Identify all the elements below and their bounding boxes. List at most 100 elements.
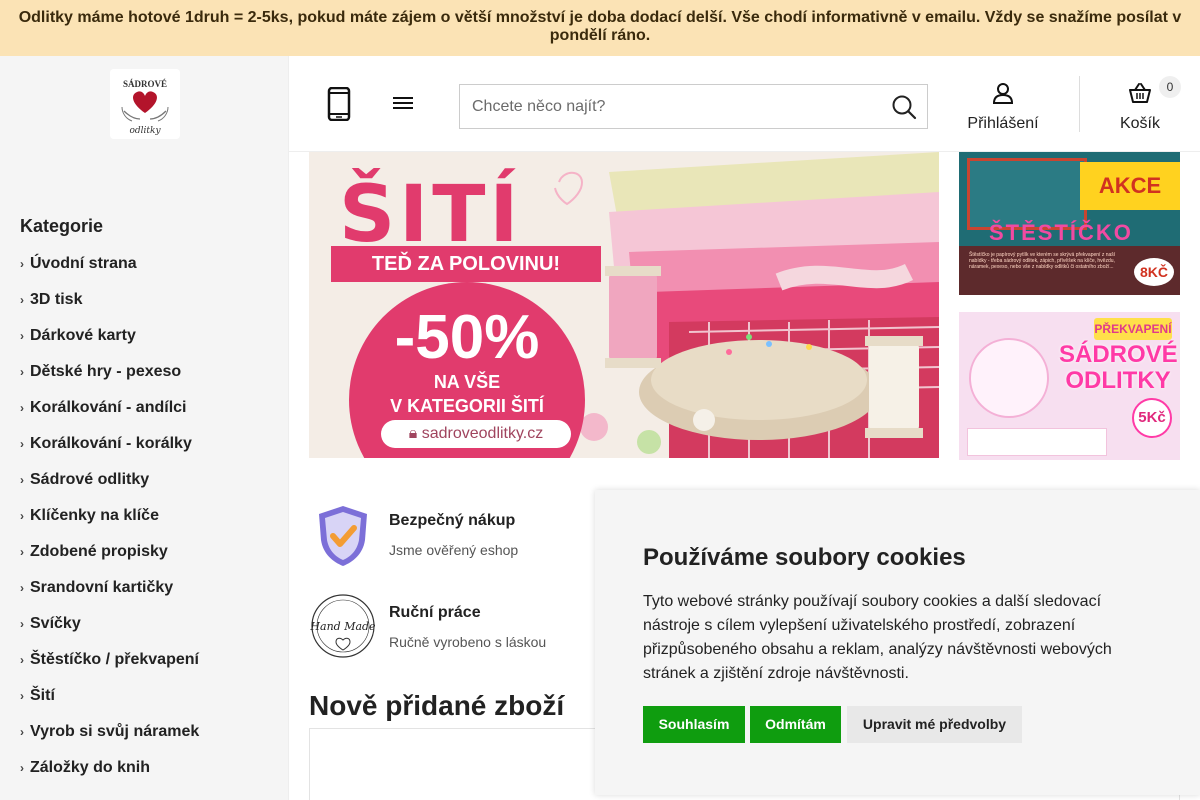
chevron-right-icon: › (20, 365, 24, 379)
category-list: › Úvodní strana › 3D tisk › Dárkové karty ›… (20, 246, 199, 786)
odlitky-title-line2: ODLITKY (1065, 367, 1171, 394)
sidebar-item-darkove-karty[interactable]: › Dárkové karty (20, 318, 199, 354)
cookie-reject-button[interactable]: Odmítám (750, 706, 841, 743)
chevron-right-icon: › (20, 581, 24, 595)
cookie-banner: Používáme soubory cookies Tyto webové st… (595, 490, 1200, 795)
cart-label: Košík (1119, 115, 1160, 132)
sidebar-item-label: Srandovní kartičky (30, 579, 174, 596)
sidebar-item-label: Štěstíčko / překvapení (30, 651, 199, 668)
cookie-title: Používáme soubory cookies (643, 544, 966, 571)
odlitky-title: SÁDROVÉ ODLITKY (1059, 341, 1178, 394)
sidebar-item-label: Úvodní strana (30, 255, 137, 272)
sidebar-item-label: Zdobené propisky (30, 543, 168, 560)
chevron-right-icon: › (20, 689, 24, 703)
new-products-heading: Nově přidané zboží (309, 690, 565, 721)
sidebar-item-label: Korálkování - korálky (30, 435, 192, 452)
feature-secure: Bezpečný nákup Jsme ověřený eshop (309, 502, 589, 572)
stesticko-price: 8KČ (1134, 258, 1174, 286)
sidebar-item-zalozky[interactable]: › Záložky do knih (20, 750, 199, 786)
header-divider (1079, 76, 1080, 132)
sidebar-item-label: Sádrové odlitky (30, 471, 150, 488)
sidebar-item-naramek[interactable]: › Vyrob si svůj náramek (20, 714, 199, 750)
chevron-right-icon: › (20, 725, 24, 739)
stesticko-info: Štěstíčko je papírový pytlík ve kterém s… (959, 246, 1180, 295)
logo[interactable]: SÁDROVÉ odlitky (110, 69, 180, 139)
menu-icon[interactable] (393, 95, 415, 113)
banner-ribbon: TEĎ ZA POLOVINU! (331, 246, 601, 282)
cookie-text: Tyto webové stránky používají soubory co… (643, 593, 1112, 682)
feature-title: Bezpečný nákup (389, 512, 516, 529)
sidebar-item-label: Šití (30, 687, 55, 704)
cart-count-badge: 0 (1159, 76, 1181, 98)
login-button[interactable]: Přihlášení (957, 82, 1049, 132)
handmade-icon: Hand Made (309, 594, 377, 662)
sidebar-item-uvodni-strana[interactable]: › Úvodní strana (20, 246, 199, 282)
sidebar-item-label: Svíčky (30, 615, 81, 632)
stesticko-title: ŠTĚSTÍČKO (989, 220, 1133, 245)
chevron-right-icon: › (20, 401, 24, 415)
login-label: Přihlášení (967, 115, 1039, 132)
akce-badge: AKCE (1080, 162, 1180, 210)
announcement-text: Odlitky máme hotové 1druh = 2-5ks, pokud… (18, 9, 1182, 44)
chevron-right-icon: › (20, 761, 24, 775)
shield-check-icon (309, 502, 377, 570)
sidebar-item-label: Záložky do knih (30, 759, 151, 776)
search-box (459, 84, 928, 129)
sidebar-item-label: Korálkování - andílci (30, 399, 187, 416)
chevron-right-icon: › (20, 545, 24, 559)
phone-icon[interactable] (327, 86, 351, 122)
cookie-accept-button[interactable]: Souhlasím (643, 706, 745, 743)
chevron-right-icon: › (20, 473, 24, 487)
banner-url-text: sadroveodlitky.cz (421, 425, 544, 442)
feature-handmade: Hand Made Ruční práce Ručně vyrobeno s l… (309, 594, 589, 664)
chevron-right-icon: › (20, 617, 24, 631)
sidebar-item-label: Dětské hry - pexeso (30, 363, 182, 380)
announcement-bar: Odlitky máme hotové 1druh = 2-5ks, pokud… (0, 0, 1200, 56)
feature-subtitle: Ručně vyrobeno s láskou (389, 634, 547, 650)
sidebar-item-detske-hry[interactable]: › Dětské hry - pexeso (20, 354, 199, 390)
sidebar-item-svicky[interactable]: › Svíčky (20, 606, 199, 642)
banner-sadrove-odlitky[interactable]: PŘEKVAPENÍ SÁDROVÉ ODLITKY 5Kč (959, 312, 1180, 460)
stesticko-text: Štěstíčko je papírový pytlík ve kterém s… (969, 252, 1116, 270)
chevron-right-icon: › (20, 257, 24, 271)
sidebar-item-koralkovani-koralky[interactable]: › Korálkování - korálky (20, 426, 199, 462)
banner-siti[interactable]: ŠITÍ TEĎ ZA POLOVINU! -50% NA VŠE V KATE… (309, 152, 939, 458)
odlitky-price: 5Kč (1132, 398, 1172, 438)
discount-value: -50% (394, 303, 540, 372)
odlitky-info-box (967, 428, 1107, 456)
handmade-badge-text: Hand Made (309, 620, 376, 633)
sidebar-item-koralkovani-andilci[interactable]: › Korálkování - andílci (20, 390, 199, 426)
search-icon[interactable] (891, 94, 917, 120)
discount-line1: NA VŠE (433, 372, 501, 392)
logo-text-top: SÁDROVÉ (123, 79, 167, 89)
sidebar-item-3d-tisk[interactable]: › 3D tisk (20, 282, 199, 318)
banner-stesticko[interactable]: AKCE ŠTĚSTÍČKO Štěstíčko je papírový pyt… (959, 152, 1180, 295)
search-input[interactable] (460, 85, 860, 128)
site-header: Přihlášení Košík 0 (289, 56, 1200, 152)
sidebar-item-label: 3D tisk (30, 291, 83, 308)
plaster-figure-image (969, 338, 1049, 418)
feature-subtitle: Jsme ověřený eshop (389, 542, 519, 558)
sidebar-item-siti[interactable]: › Šití (20, 678, 199, 714)
chevron-right-icon: › (20, 653, 24, 667)
odlitky-title-line1: SÁDROVÉ (1059, 341, 1178, 368)
sidebar-item-label: Klíčenky na klíče (30, 507, 159, 524)
logo-text-bottom: odlitky (129, 126, 161, 136)
chevron-right-icon: › (20, 509, 24, 523)
basket-icon (1129, 83, 1151, 103)
user-icon (992, 83, 1014, 104)
sidebar-item-label: Dárkové karty (30, 327, 136, 344)
sidebar-item-srandovni-karticky[interactable]: › Srandovní kartičky (20, 570, 199, 606)
prekvapeni-tag: PŘEKVAPENÍ (1094, 318, 1172, 340)
lock-icon: 🔒︎ (408, 425, 422, 442)
cookie-settings-button[interactable]: Upravit mé předvolby (847, 706, 1022, 743)
discount-line2: V KATEGORII ŠITÍ (390, 396, 544, 416)
categories-heading: Kategorie (20, 216, 104, 236)
chevron-right-icon: › (20, 293, 24, 307)
sidebar-item-zdobene-propisky[interactable]: › Zdobené propisky (20, 534, 199, 570)
sidebar-item-klicenky[interactable]: › Klíčenky na klíče (20, 498, 199, 534)
sidebar-item-stesticko[interactable]: › Štěstíčko / překvapení (20, 642, 199, 678)
sidebar-item-sadrove-odlitky[interactable]: › Sádrové odlitky (20, 462, 199, 498)
chevron-right-icon: › (20, 437, 24, 451)
banner-url: 🔒︎ sadroveodlitky.cz (381, 420, 571, 448)
